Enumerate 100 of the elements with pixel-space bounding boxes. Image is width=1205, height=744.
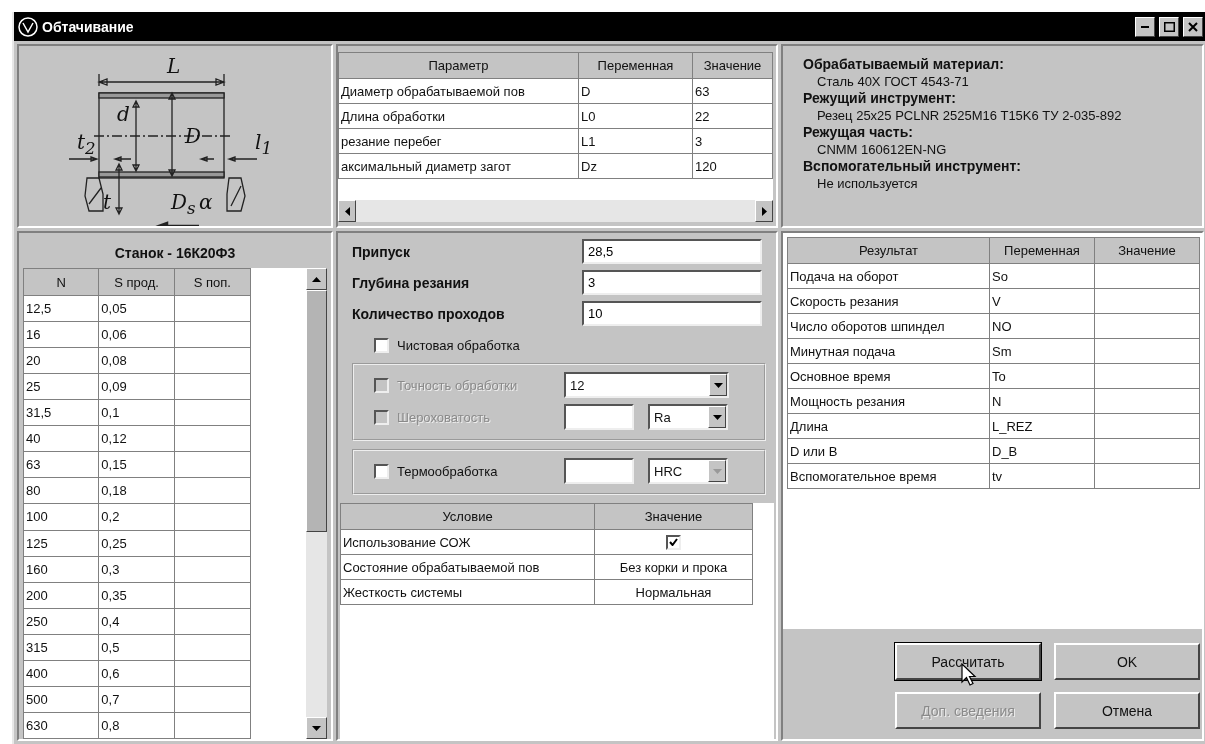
table-cell: 31,5 [23,399,99,426]
table-cell: Dz [578,153,693,179]
horizontal-scrollbar[interactable] [338,200,773,222]
scroll-down-button[interactable] [306,717,327,739]
maximize-button[interactable] [1159,16,1179,37]
table-cell: Sm [989,338,1095,364]
table-cell: 22 [692,103,773,129]
check-icon [669,538,678,546]
table-cell: Основное время [787,363,990,389]
column-header[interactable]: Параметр [338,52,579,79]
table-cell: Использование СОЖ [340,529,595,555]
table-cell: L1 [578,128,693,154]
table-cell: Длина [787,413,990,439]
table-cell: 0,2 [98,503,175,530]
info-text: CNMM 160612EN-NG [816,141,948,158]
arrow-right-icon [761,206,767,216]
table-cell: So [989,263,1095,289]
table-cell: 0,09 [98,373,175,400]
table-cell: 0,06 [98,321,175,348]
vertical-scrollbar[interactable] [306,268,327,739]
checkbox[interactable] [374,463,389,479]
table-cell: 0,1 [98,399,175,426]
checkbox[interactable] [666,534,681,550]
table-cell: 0,5 [98,634,175,661]
close-button[interactable] [1183,16,1203,37]
column-header[interactable]: Значение [692,52,773,79]
input-field[interactable]: 28,5 [582,239,762,264]
field-label: Количество проходов [352,305,506,322]
scroll-left-button[interactable] [338,200,356,222]
table-cell: 0,12 [98,425,175,452]
column-header[interactable]: Переменная [578,52,693,79]
dimension-label: L [167,56,181,76]
table-cell: 0,15 [98,451,175,478]
dimension-label: t$_{2}$ [77,132,96,158]
table-cell: 100 [23,503,99,530]
table-cell: 315 [23,634,99,661]
table-cell: 0,3 [98,556,175,583]
input-field[interactable]: 3 [582,270,762,295]
cancel-button[interactable]: Отмена [1054,692,1200,729]
field-label: Припуск [352,243,411,260]
info-text: Не используется [816,175,919,192]
column-header[interactable]: S поп. [174,268,251,296]
ok-button[interactable]: OK [1054,643,1200,680]
table-cell: 160 [23,556,99,583]
table-cell: 40 [23,425,99,452]
table-cell: 0,08 [98,347,175,374]
checkbox-label: Чистовая обработка [397,338,520,353]
calculate-button[interactable]: Рассчитать [895,643,1041,680]
arrow-down-icon [312,725,321,731]
table-cell: 0,4 [98,608,175,635]
table-cell: tv [989,463,1095,489]
input-field[interactable] [564,458,634,484]
scroll-thumb[interactable] [306,290,327,532]
dimension-label: t [103,192,112,212]
scroll-up-button[interactable] [306,268,327,290]
table-cell: 25 [23,373,99,400]
section-heading: Режущий инструмент: [803,90,957,107]
table-cell: 0,18 [98,477,175,504]
dimension-label: α [199,192,213,212]
section-heading: Режущая часть: [803,124,914,141]
info-text: Сталь 40Х ГОСТ 4543-71 [816,73,970,90]
table-cell: V [989,288,1095,314]
input-field[interactable] [564,404,634,430]
table-cell: Минутная подача [787,338,990,364]
checkbox-label: Точность обработки [397,377,518,393]
info-text: Резец 25x25 PCLNR 2525M16 T15K6 ТУ 2-035-892 [816,107,1123,124]
column-header[interactable]: Результат [787,237,990,264]
column-header[interactable]: S прод. [98,268,175,296]
table-cell: Нормальная [594,579,753,605]
table-cell: 200 [23,582,99,609]
machine-title: Станок - 16К20Ф3 [113,244,237,263]
table-cell: 63 [23,451,99,478]
table-cell: 0,6 [98,660,175,687]
table-cell: Вспомогательное время [787,463,990,489]
input-field[interactable]: 10 [582,301,762,326]
table-cell: N [989,388,1095,414]
table-cell: 630 [23,712,99,739]
column-header[interactable]: Переменная [989,237,1095,264]
column-header[interactable]: N [23,268,99,296]
arrow-left-icon [344,206,350,216]
table-cell: Длина обработки [338,103,579,129]
minimize-button[interactable] [1135,16,1155,37]
close-icon [1188,21,1198,32]
checkbox[interactable] [374,338,389,353]
table-cell: NO [989,313,1095,339]
table-cell: 250 [23,608,99,635]
scroll-right-button[interactable] [755,200,773,222]
column-header[interactable]: Значение [594,503,753,530]
table-cell: 0,35 [98,582,175,609]
column-header[interactable]: Значение [1094,237,1200,264]
table-cell: 125 [23,530,99,557]
table-cell: 3 [692,128,773,154]
maximize-icon [1163,21,1175,32]
checkbox-label: Шероховатость [397,409,490,425]
table-cell: Без корки и прока [594,554,753,580]
column-header[interactable]: Условие [340,503,595,530]
table-cell: 400 [23,660,99,687]
table-cell: резание перебег [338,128,579,154]
table-cell: To [989,363,1095,389]
table-cell: Число оборотов шпиндел [787,313,990,339]
